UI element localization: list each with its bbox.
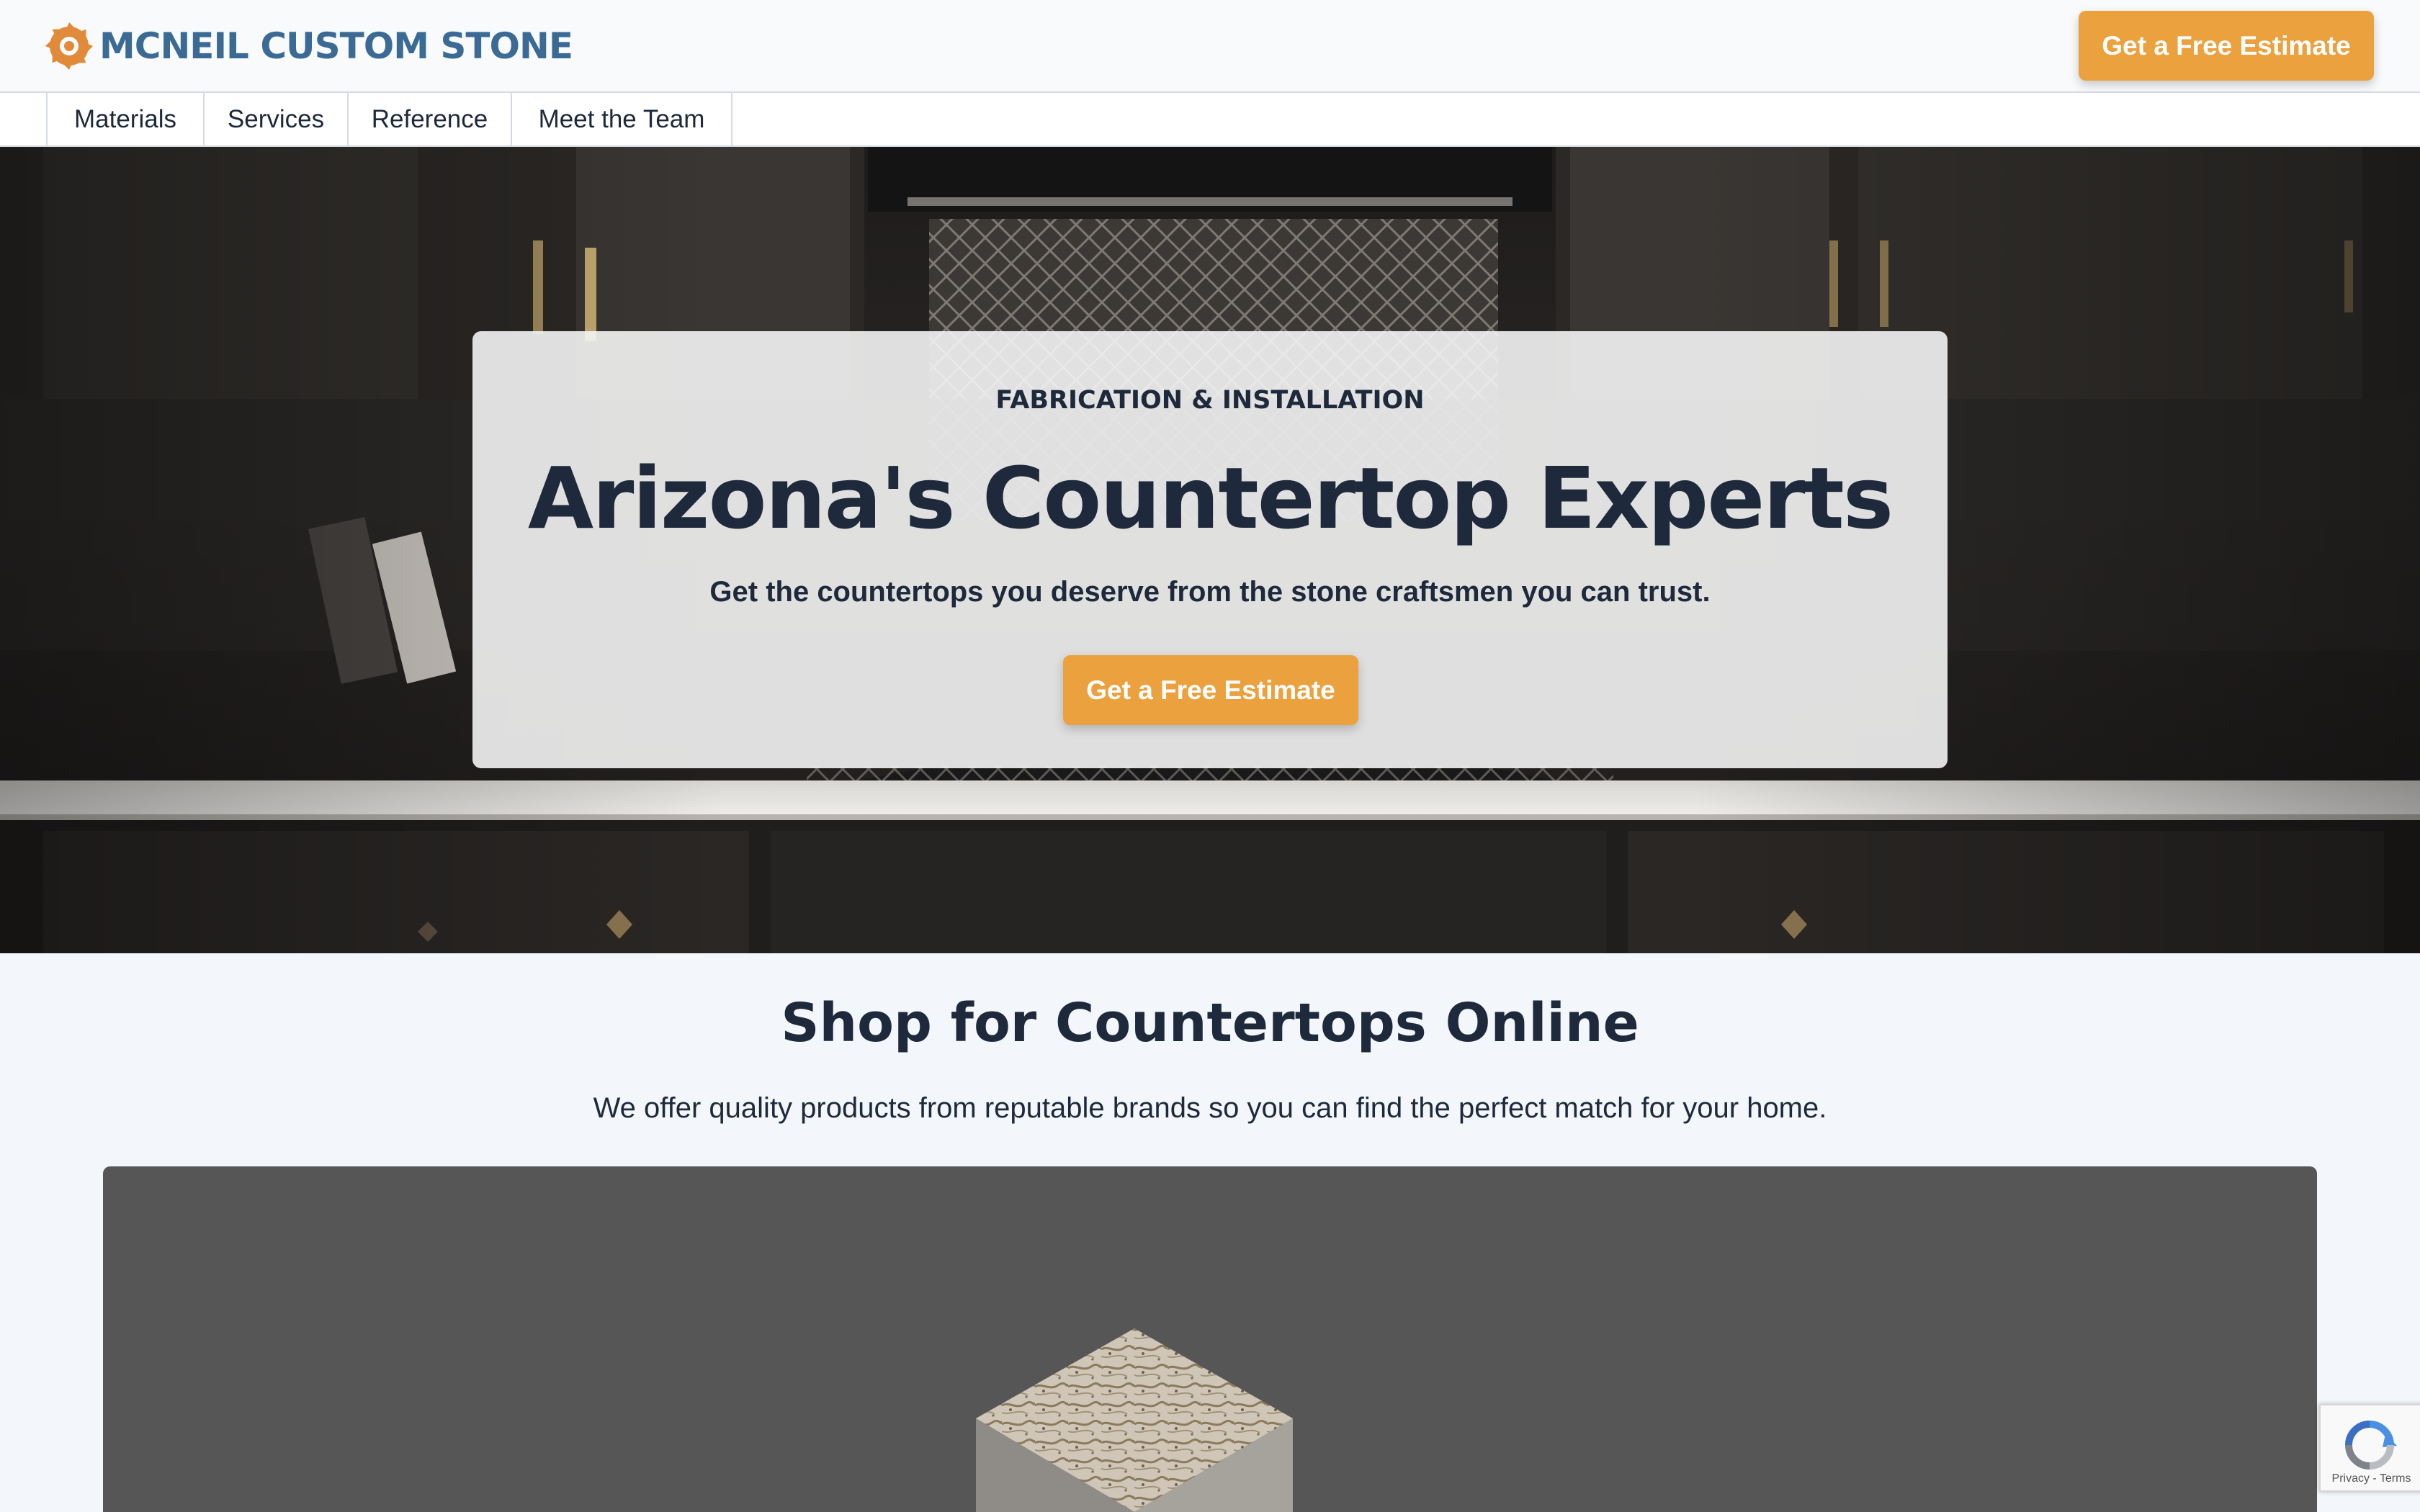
recaptcha-links: Privacy - Terms [2321,1472,2420,1485]
shop-section-subtitle: We offer quality products from reputable… [593,1092,1827,1124]
site-header: MCNEIL CUSTOM STONE Get a Free Estimate [0,0,2420,93]
product-viewer-panel[interactable] [103,1166,2317,1512]
hero-section: FABRICATION & INSTALLATION Arizona's Cou… [0,147,2420,953]
nav-list: Materials Services Reference Meet the Te… [46,93,732,145]
hero-free-estimate-button[interactable]: Get a Free Estimate [1063,655,1358,725]
hero-card: FABRICATION & INSTALLATION Arizona's Cou… [472,331,1948,768]
header-free-estimate-button[interactable]: Get a Free Estimate [2079,11,2374,81]
brand-name: MCNEIL CUSTOM STONE [99,25,573,67]
nav-item-meet-the-team[interactable]: Meet the Team [512,93,732,145]
main-nav: Materials Services Reference Meet the Te… [0,93,2420,147]
hero-title: Arizona's Countertop Experts [527,449,1894,548]
recaptcha-privacy-link[interactable]: Privacy [2332,1472,2370,1485]
nav-item-services[interactable]: Services [205,93,349,145]
recaptcha-badge[interactable]: Privacy - Terms [2319,1404,2420,1492]
brand-logo-link[interactable]: MCNEIL CUSTOM STONE [45,20,573,72]
recaptcha-terms-link[interactable]: Terms [2380,1472,2411,1485]
recaptcha-link-separator: - [2369,1472,2380,1485]
stone-sample-image [976,1328,1293,1512]
nav-item-materials[interactable]: Materials [48,93,205,145]
saw-blade-icon [45,22,93,70]
hero-subtitle: Get the countertops you deserve from the… [709,576,1711,608]
shop-section-title: Shop for Countertops Online [781,992,1639,1054]
nav-item-reference[interactable]: Reference [349,93,512,145]
hero-eyebrow: FABRICATION & INSTALLATION [995,386,1425,415]
recaptcha-icon [2345,1421,2397,1470]
